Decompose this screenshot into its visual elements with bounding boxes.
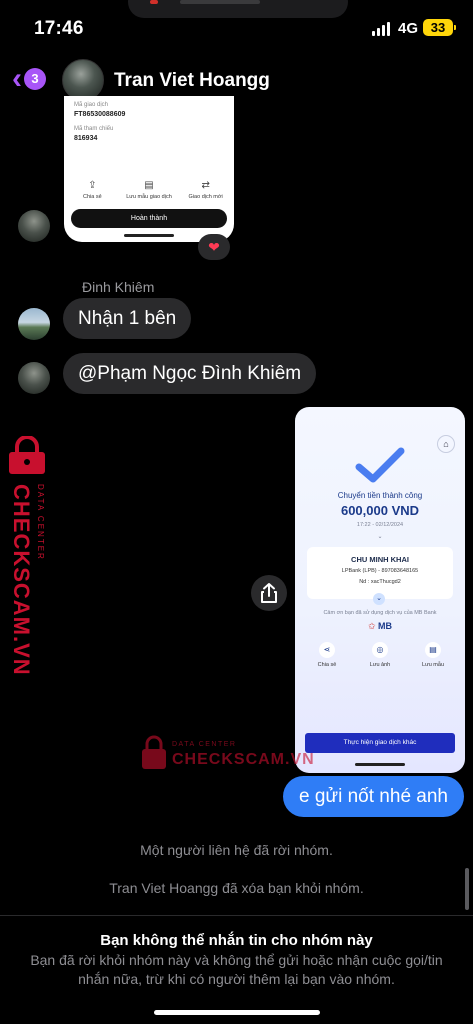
chevron-left-icon: ‹ — [12, 62, 22, 95]
scrollbar[interactable] — [465, 868, 469, 910]
transfer-icon: ⇄ — [201, 180, 210, 191]
transaction-id-label: Mã giao dịch — [74, 102, 109, 108]
star-icon: ✩ — [367, 621, 376, 631]
mb-logo: ✩ MB — [367, 621, 393, 631]
blocked-description: Bạn đã rời khỏi nhóm này và không thể gử… — [30, 952, 443, 987]
watermark-text: CHECKSCAM.VN — [9, 484, 34, 676]
share-icon: ⋖ — [319, 642, 335, 658]
system-notice: Tran Viet Hoangg đã xóa bạn khỏi nhóm. — [109, 880, 364, 896]
reference-value: 816934 — [74, 135, 98, 142]
recipient-card: CHU MINH KHAI LPBank (LPB) - 89708364816… — [307, 547, 453, 599]
conversation-title[interactable]: Tran Viet Hoangg — [114, 70, 270, 92]
message-bubble[interactable]: Nhận 1 bên — [63, 298, 192, 339]
lock-icon — [142, 735, 166, 769]
share-button[interactable] — [251, 575, 287, 611]
watermark-side: CHECKSCAM.VN DATA CENTER — [6, 436, 50, 676]
transaction-date: 17:22 - 02/12/2024 — [356, 522, 404, 528]
conversation-avatar[interactable] — [62, 59, 104, 101]
save-template-action: ▤ Lưu mẫu giao dịch — [121, 180, 177, 200]
avatar[interactable] — [18, 210, 50, 242]
watermark-subtext: DATA CENTER — [36, 484, 45, 561]
share-icon: ⇪ — [88, 180, 97, 191]
amount: 600,000 VND — [340, 503, 420, 518]
save-template-action: ▤ Lưu mẫu — [413, 642, 453, 668]
signal-icon — [372, 22, 390, 36]
expand-icon: ⌄ — [373, 593, 385, 605]
battery-icon: 33 — [423, 19, 456, 36]
share-action: ⇪ Chia sẻ — [64, 180, 120, 200]
message-bubble[interactable]: @Phạm Ngọc Đình Khiêm — [63, 353, 317, 394]
image-attachment[interactable]: Mã giao dịch FT86530088609 Mã tham chiếu… — [64, 96, 234, 242]
transaction-id-value: FT86530088609 — [74, 111, 126, 118]
status-time: 17:46 — [34, 18, 84, 39]
success-title: Chuyển tiền thành công — [337, 491, 423, 500]
blocked-title: Bạn không thể nhắn tin cho nhóm này — [100, 932, 373, 949]
media-progress — [180, 0, 260, 4]
lock-icon — [9, 436, 45, 474]
home-indicator-in-image — [355, 763, 405, 766]
watermark-text: CHECKSCAM.VN — [172, 751, 315, 768]
heart-reaction[interactable]: ❤ — [198, 234, 230, 260]
transfer-memo: Nd : xacThucgd2 — [359, 579, 401, 585]
unread-badge: 3 — [24, 68, 46, 90]
share-icon — [261, 583, 277, 603]
checkmark-icon — [355, 447, 405, 483]
recipient-bank: LPBank (LPB) - 897083648165 — [341, 568, 419, 574]
home-indicator-in-image — [124, 234, 174, 237]
recording-indicator — [150, 0, 158, 4]
save-image-action: ◎ Lưu ảnh — [360, 642, 400, 668]
camera-icon: ◎ — [372, 642, 388, 658]
document-icon: ▤ — [144, 180, 154, 191]
new-transaction-action: ⇄ Giao dịch mới — [178, 180, 234, 200]
reference-label: Mã tham chiếu — [74, 126, 114, 132]
image-attachment[interactable]: ⌂ Chuyển tiền thành công 600,000 VND 17:… — [295, 407, 465, 773]
sender-name: Đinh Khiêm — [82, 279, 155, 295]
home-icon: ⌂ — [437, 435, 455, 453]
chevron-down-icon: ⌄ — [377, 534, 383, 540]
avatar[interactable] — [18, 308, 50, 340]
back-button[interactable]: ‹ 3 — [12, 64, 46, 94]
document-icon: ▤ — [425, 642, 441, 658]
avatar[interactable] — [18, 362, 50, 394]
complete-button: Hoàn thành — [71, 209, 227, 228]
outgoing-message-bubble[interactable]: e gửi nốt nhé anh — [282, 776, 464, 817]
thanks-text: Cảm ơn bạn đã sử dụng dịch vụ của MB Ban… — [323, 610, 437, 616]
watermark-subtext: DATA CENTER — [172, 741, 237, 748]
watermark-center: DATA CENTER CHECKSCAM.VN — [140, 735, 314, 775]
recipient-name: CHU MINH KHAI — [351, 555, 409, 564]
new-transaction-button: Thực hiện giao dịch khác — [305, 733, 455, 753]
home-indicator[interactable] — [154, 1010, 320, 1015]
divider — [0, 915, 473, 916]
system-notice: Một người liên hệ đã rời nhóm. — [140, 842, 333, 858]
network-type: 4G — [398, 20, 419, 37]
share-action: ⋖ Chia sẻ — [307, 642, 347, 668]
